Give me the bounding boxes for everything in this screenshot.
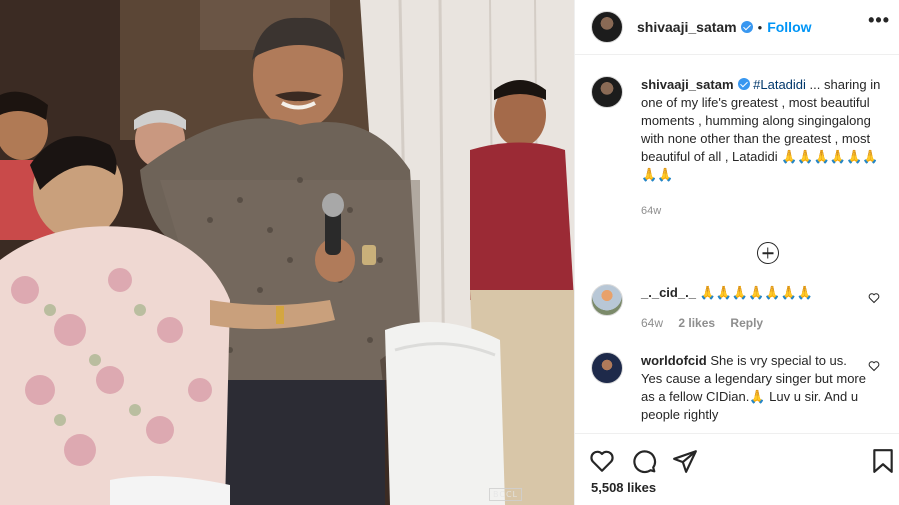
commenter-username[interactable]: _._cid_._ — [641, 285, 696, 300]
comment-reply-button[interactable]: Reply — [730, 316, 763, 330]
more-options-icon[interactable]: ••• — [868, 10, 890, 31]
comments-scroll-area[interactable]: shivaaji_satam #Latadidi ... sharing in … — [575, 56, 899, 433]
author-username[interactable]: shivaaji_satam — [637, 19, 737, 35]
author-avatar[interactable] — [591, 11, 623, 43]
comment-timestamp[interactable]: 64w — [641, 316, 663, 330]
caption-text: ... sharing in one of my life's greatest… — [641, 77, 881, 182]
caption-timestamp[interactable]: 64w — [641, 202, 884, 220]
comment-likes-count[interactable]: 2 likes — [678, 316, 715, 330]
photo-illustration — [0, 0, 574, 505]
caption-hashtag-link[interactable]: #Latadidi — [753, 77, 806, 92]
load-more-comments-icon[interactable] — [756, 242, 779, 264]
photo-watermark: BCCL — [489, 488, 522, 501]
commenter-avatar[interactable] — [591, 284, 623, 316]
comment-like-heart-icon[interactable] — [868, 292, 880, 304]
post-caption: shivaaji_satam #Latadidi ... sharing in … — [591, 76, 884, 220]
post-header: shivaaji_satam • Follow ••• — [575, 0, 899, 55]
comment-meta: 64w 2 likes Reply — [641, 314, 866, 332]
caption-body: shivaaji_satam #Latadidi ... sharing in … — [641, 76, 884, 220]
follow-button[interactable]: Follow — [767, 19, 811, 35]
caption-username[interactable]: shivaaji_satam — [641, 77, 734, 92]
comment-body: worldofcid She is vry special to us. Yes… — [641, 352, 866, 424]
likes-count[interactable]: 5,508 likes — [591, 480, 656, 495]
post-actions-bar — [575, 433, 899, 474]
header-separator: • — [757, 19, 763, 35]
post-side-panel: shivaaji_satam • Follow ••• shivaaji_sat… — [574, 0, 899, 505]
commenter-username[interactable]: worldofcid — [641, 353, 707, 368]
comment-item: worldofcid She is vry special to us. Yes… — [591, 352, 884, 424]
post-photo[interactable]: BCCL — [0, 0, 574, 505]
caption-author-avatar[interactable] — [591, 76, 623, 108]
comment-item: _._cid_._ 🙏🙏🙏🙏🙏🙏🙏 64w 2 likes Reply — [591, 284, 884, 332]
share-icon[interactable] — [672, 448, 698, 474]
comment-like-heart-icon[interactable] — [868, 360, 880, 372]
comment-body: _._cid_._ 🙏🙏🙏🙏🙏🙏🙏 64w 2 likes Reply — [641, 284, 866, 332]
verified-badge-icon — [740, 21, 753, 33]
comment-icon[interactable] — [631, 448, 657, 474]
bookmark-icon[interactable] — [870, 448, 896, 474]
verified-badge-icon — [737, 78, 750, 90]
commenter-avatar[interactable] — [591, 352, 623, 384]
comment-text: 🙏🙏🙏🙏🙏🙏🙏 — [695, 285, 813, 300]
heart-icon[interactable] — [589, 448, 615, 474]
